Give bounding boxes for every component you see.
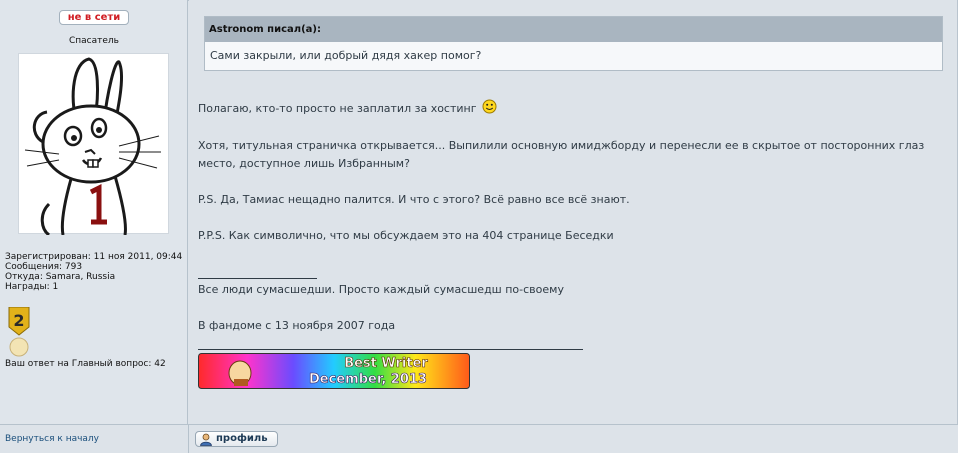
- avatar: [18, 53, 169, 237]
- profile-column: не в сети Спасатель Зарегистрирован: 11 …: [0, 0, 188, 424]
- post-paragraph-2-line1: Хотя, титульная страничка открывается...…: [198, 139, 925, 152]
- quote-text: Сами закрыли, или добрый дядя хакер помо…: [210, 49, 482, 62]
- quote-block: Astronom писал(а): Сами закрыли, или доб…: [204, 16, 943, 71]
- banner-subtitle: December, 2013: [309, 372, 427, 387]
- awards-count: Награды: 1: [5, 282, 59, 292]
- profile-button-label: профиль: [216, 433, 268, 444]
- registration-date: Зарегистрирован: 11 ноя 2011, 09:44: [5, 252, 183, 262]
- footer-divider: [188, 425, 189, 453]
- post-paragraph-1: Полагаю, кто-то просто не заплатил за хо…: [198, 99, 497, 120]
- main-question-answer: Ваш ответ на Главный вопрос: 42: [5, 359, 166, 369]
- post-paragraph-1-text: Полагаю, кто-то просто не заплатил за хо…: [198, 102, 477, 115]
- signature-divider-2: [198, 349, 583, 350]
- signature-line-2: В фандоме с 13 ноября 2007 года: [198, 319, 396, 332]
- post-paragraph-3: P.S. Да, Тамиас нещадно палится. И что с…: [198, 193, 630, 206]
- signature-divider: [198, 278, 317, 279]
- user-info: Зарегистрирован: 11 ноя 2011, 09:44 Сооб…: [5, 252, 185, 292]
- quote-author: Astronom писал(а):: [205, 17, 942, 42]
- banner-title: Best Writer: [344, 356, 428, 371]
- user-location: Откуда: Samara, Russia: [5, 272, 116, 282]
- message-count: Сообщения: 793: [5, 262, 83, 272]
- smiley-icon: [482, 99, 497, 120]
- signature-line-1: Все люди сумасшедши. Просто каждый сумас…: [198, 283, 564, 296]
- online-status-badge: не в сети: [59, 10, 129, 25]
- user-rank: Спасатель: [69, 36, 119, 46]
- profile-button[interactable]: профиль: [195, 431, 278, 447]
- medal-number: 2: [13, 311, 24, 330]
- post-paragraph-4: P.P.S. Как символично, что мы обсуждаем …: [198, 229, 614, 242]
- post-footer: Вернуться к началу профиль: [0, 424, 958, 453]
- best-writer-banner[interactable]: Best Writer December, 2013: [198, 353, 470, 389]
- medal-icon[interactable]: 2: [7, 306, 31, 357]
- post-content: Astronom писал(а): Сами закрыли, или доб…: [189, 0, 957, 424]
- post-paragraph-2-line2: место, доступное лишь Избранным?: [198, 157, 410, 170]
- profile-user-icon: [199, 433, 213, 451]
- back-to-top-link[interactable]: Вернуться к началу: [5, 434, 99, 444]
